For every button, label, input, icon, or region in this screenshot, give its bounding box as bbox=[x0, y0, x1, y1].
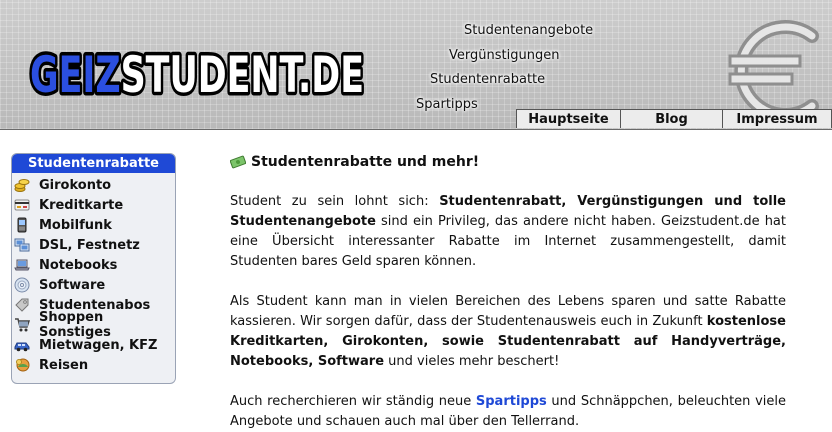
top-nav-tabs: Hauptseite Blog Impressum bbox=[516, 109, 832, 129]
research-paragraph: Auch recherchieren wir ständig neue Spar… bbox=[230, 392, 786, 432]
sidebar-item-label: Mietwagen, KFZ bbox=[39, 337, 158, 353]
page-title: Studentenrabatte und mehr! bbox=[251, 154, 480, 170]
header-link-studentenangebote[interactable]: Studentenangebote bbox=[464, 23, 593, 38]
travel-icon bbox=[16, 358, 30, 372]
mobile-phone-icon bbox=[17, 217, 27, 233]
sidebar-item-notebooks[interactable]: Notebooks bbox=[12, 255, 175, 275]
sidebar-item-label: Notebooks bbox=[39, 257, 118, 273]
main-content: Studentenrabatte und mehr! Student zu se… bbox=[230, 152, 786, 432]
content-heading: Studentenrabatte und mehr! bbox=[230, 152, 786, 172]
sidebar-item-label: Reisen bbox=[39, 357, 89, 373]
sidebar-item-mobilfunk[interactable]: Mobilfunk bbox=[12, 215, 175, 235]
tab-hauptseite[interactable]: Hauptseite bbox=[516, 109, 621, 128]
sidebar-item-label: Kreditkarte bbox=[39, 197, 124, 213]
cd-icon bbox=[14, 277, 30, 293]
header-link-verguenstigungen[interactable]: Vergünstigungen bbox=[449, 48, 559, 63]
sidebar-item-kreditkarte[interactable]: Kreditkarte bbox=[12, 195, 175, 215]
text-span: Student zu sein lohnt sich: bbox=[230, 194, 440, 209]
text-span: Als Student kann man in vielen Bereichen… bbox=[230, 294, 786, 329]
sidebar-item-mietwagen-kfz[interactable]: Mietwagen, KFZ bbox=[12, 335, 175, 355]
svg-text:GEIZSTUDENT.DE: GEIZSTUDENT.DE bbox=[30, 46, 364, 104]
sidebar-item-dsl-festnetz[interactable]: DSL, Festnetz bbox=[12, 235, 175, 255]
sidebar-item-label: Girokonto bbox=[39, 177, 112, 193]
sidebar-item-label: Software bbox=[39, 277, 106, 293]
notebook-icon bbox=[14, 259, 30, 271]
text-span: und vieles mehr beschert! bbox=[384, 354, 560, 369]
sidebar-item-shoppen-sonstiges[interactable]: Shoppen Sonstiges bbox=[12, 310, 175, 340]
sidebar-item-software[interactable]: Software bbox=[12, 275, 175, 295]
sidebar-item-label: Mobilfunk bbox=[39, 217, 112, 233]
sidebar-studentenrabatte: Studentenrabatte Girokonto Kreditkarte M… bbox=[11, 153, 176, 384]
tab-blog[interactable]: Blog bbox=[621, 109, 723, 128]
credit-card-icon bbox=[14, 199, 30, 211]
euro-icon bbox=[728, 20, 819, 122]
sidebar-item-label: DSL, Festnetz bbox=[39, 237, 140, 253]
sidebar-item-girokonto[interactable]: Girokonto bbox=[12, 175, 175, 195]
car-icon bbox=[14, 342, 30, 352]
sidebar-title: Studentenrabatte bbox=[12, 154, 175, 173]
header-link-studentenrabatte[interactable]: Studentenrabatte bbox=[430, 72, 545, 87]
header-link-spartipps[interactable]: Spartipps bbox=[416, 97, 478, 112]
network-icon bbox=[14, 238, 30, 252]
sidebar-item-reisen[interactable]: Reisen bbox=[12, 355, 175, 375]
coins-icon bbox=[14, 179, 30, 192]
money-bill-icon bbox=[230, 155, 246, 169]
site-logo[interactable]: GEIZSTUDENT.DE GEIZSTUDENT.DE bbox=[26, 36, 371, 107]
tag-icon bbox=[15, 298, 29, 312]
site-header: GEIZSTUDENT.DE GEIZSTUDENT.DE Studentena… bbox=[0, 0, 832, 130]
shopping-cart-icon bbox=[15, 318, 30, 332]
benefits-paragraph: Als Student kann man in vielen Bereichen… bbox=[230, 292, 786, 372]
intro-paragraph: Student zu sein lohnt sich: Studentenrab… bbox=[230, 192, 786, 272]
tab-impressum[interactable]: Impressum bbox=[723, 109, 832, 128]
